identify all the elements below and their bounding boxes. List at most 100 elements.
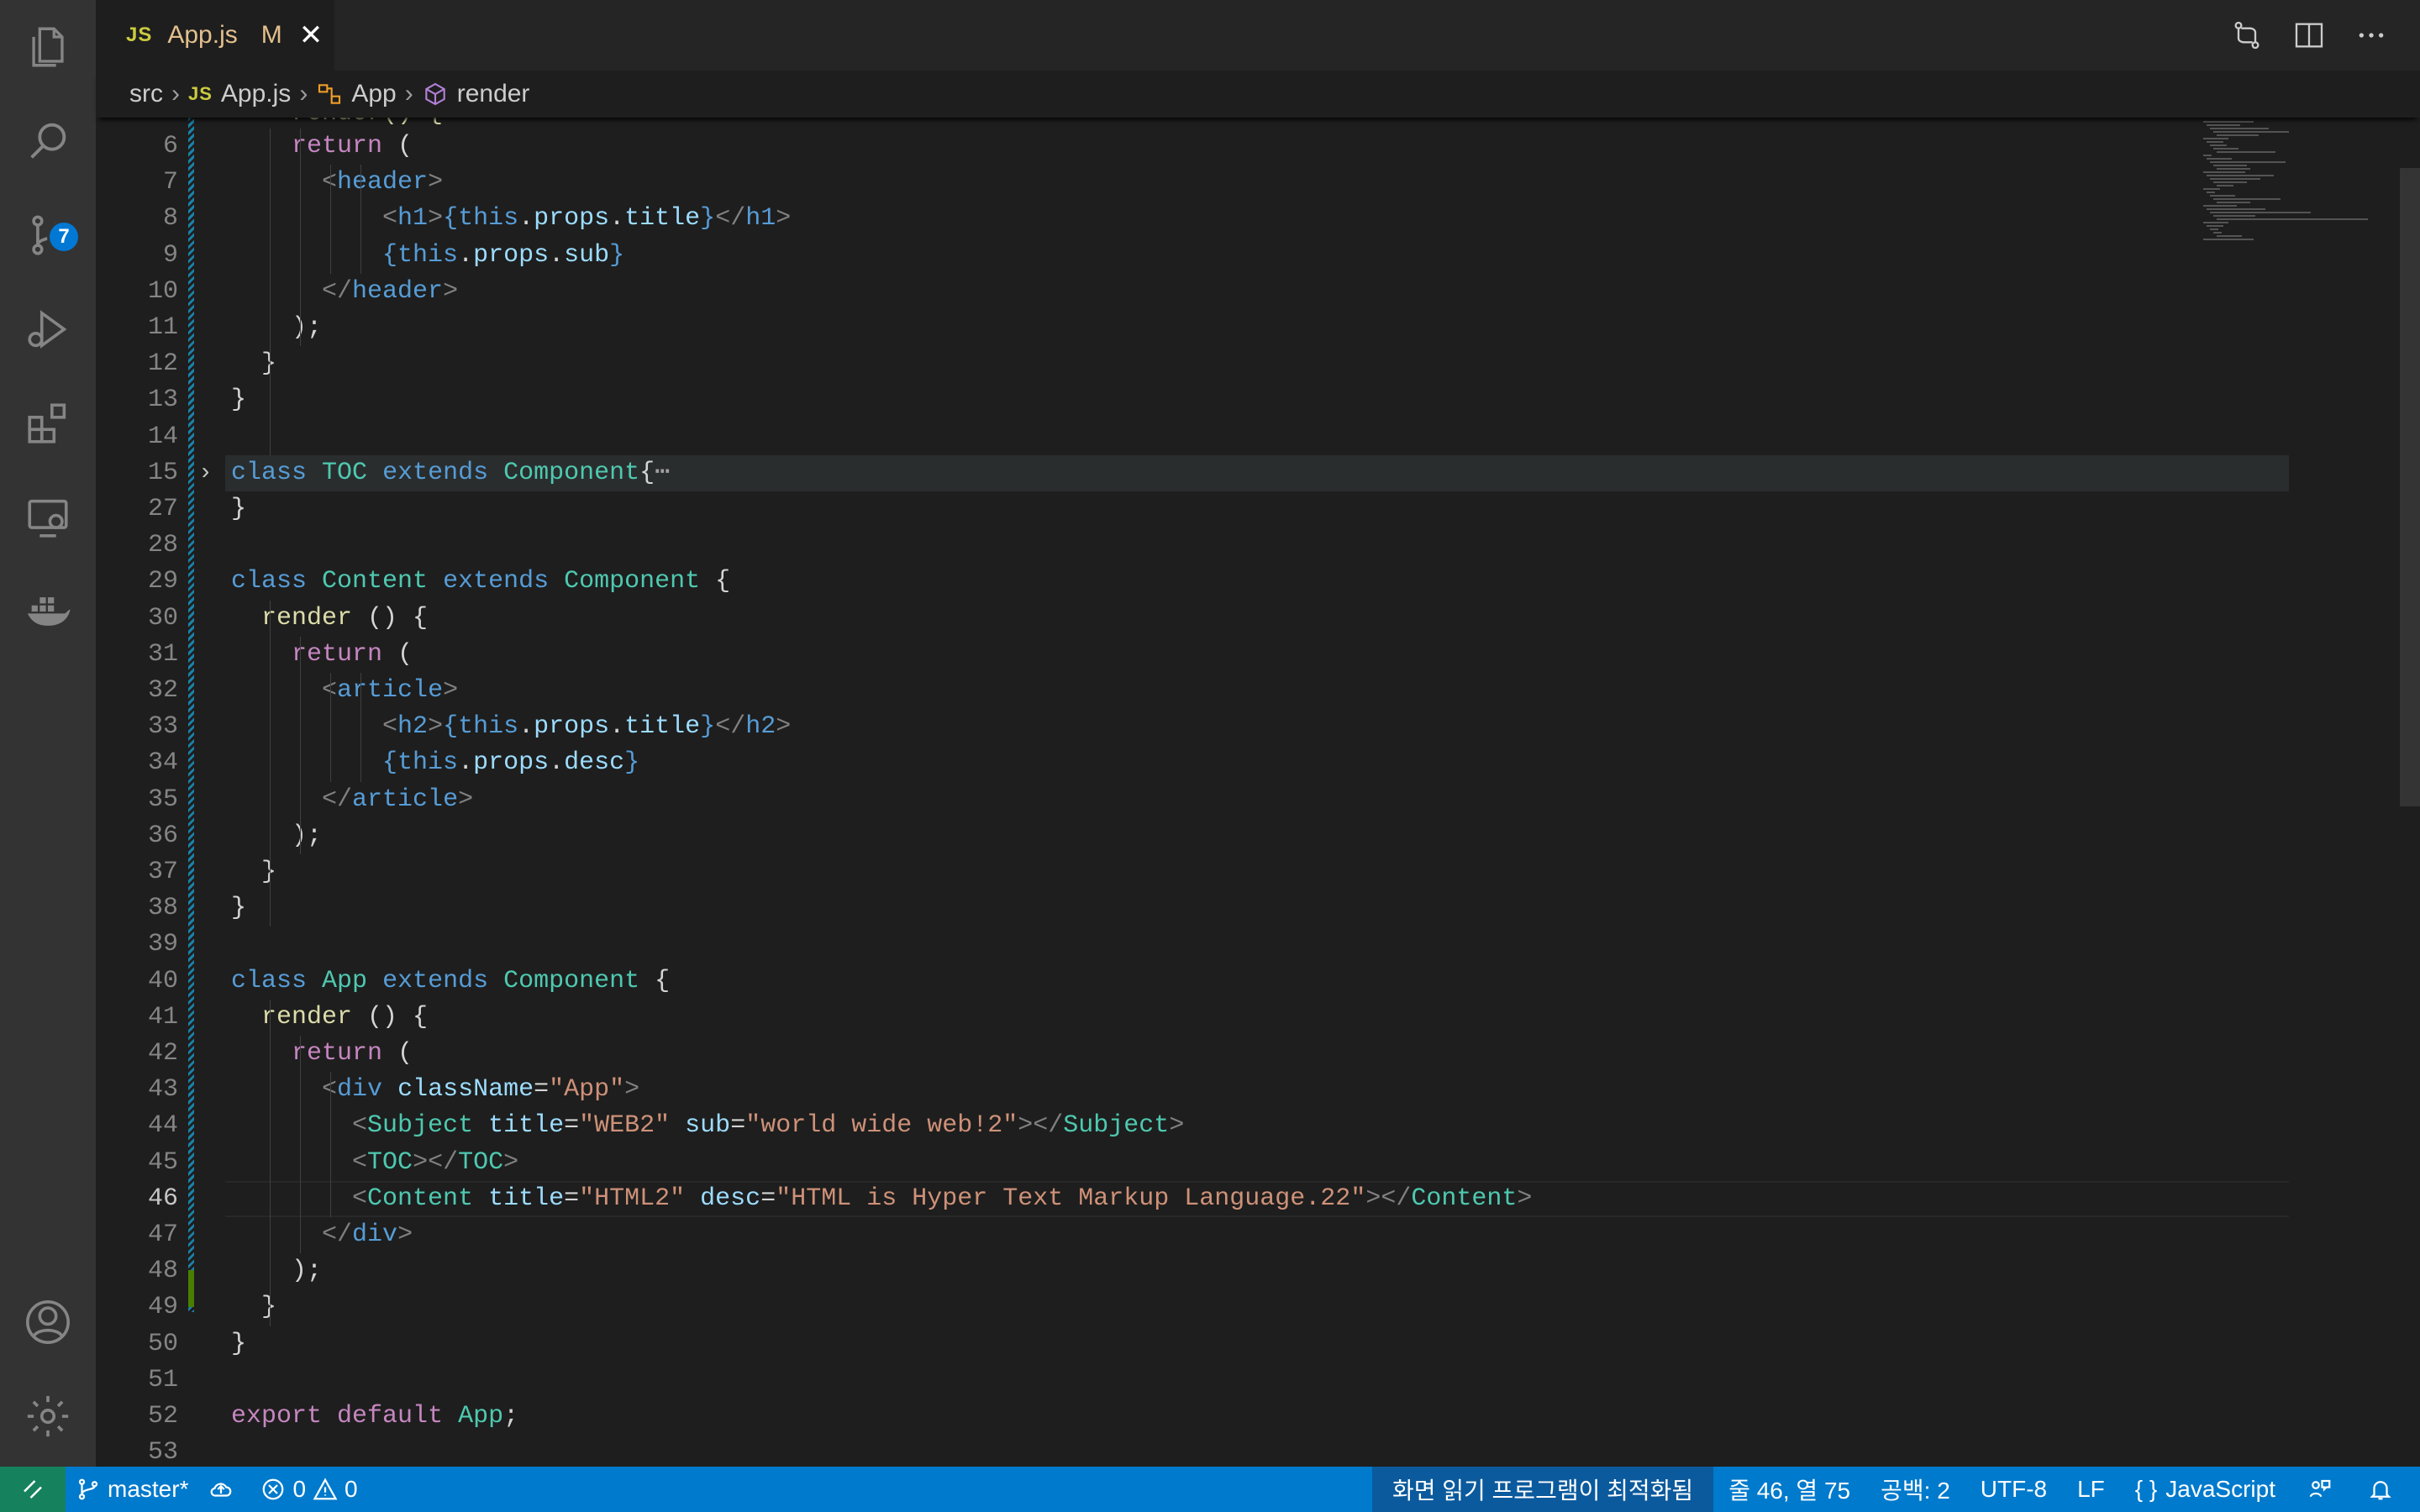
code-line[interactable]: 37 }	[96, 854, 2193, 890]
indentation-selector[interactable]: 공백: 2	[1865, 1467, 1965, 1512]
code-line[interactable]: 34 {this.props.desc}	[96, 745, 2193, 781]
code-line[interactable]: 11 );	[96, 310, 2193, 346]
code-line[interactable]: 44 <Subject title="WEB2" sub="world wide…	[96, 1108, 2193, 1144]
minimap-line	[2213, 131, 2289, 133]
branch-indicator[interactable]: master*	[66, 1467, 198, 1512]
screen-reader-status[interactable]: 화면 읽기 프로그램이 최적화됨	[1371, 1467, 1714, 1512]
minimap-line	[2210, 178, 2260, 180]
sync-button[interactable]	[198, 1467, 250, 1512]
vertical-scrollbar[interactable]	[2400, 118, 2420, 1467]
code-line[interactable]: 33 <h2>{this.props.title}</h2>	[96, 709, 2193, 745]
code-line[interactable]: 40 class App extends Component {	[96, 963, 2193, 1000]
code-line[interactable]: 48 );	[96, 1253, 2193, 1289]
line-number: 48	[147, 1257, 178, 1286]
minimap-line	[2217, 218, 2368, 220]
tab-app-js[interactable]: JS App.js M ✕	[96, 0, 334, 71]
minimap-line	[2210, 228, 2218, 230]
breadcrumb: src › JS App.js › App › render	[96, 71, 2420, 118]
run-debug-icon[interactable]	[0, 282, 96, 376]
notifications-button[interactable]	[2356, 1467, 2420, 1512]
extensions-icon[interactable]	[0, 376, 96, 470]
code-line[interactable]: 32 <article>	[96, 673, 2193, 709]
problems-indicator[interactable]: 0 0	[250, 1467, 367, 1512]
code-line[interactable]: 8 <h1>{this.props.title}</h1>	[96, 201, 2193, 237]
line-number: 27	[147, 495, 178, 523]
code-line[interactable]: 12 }	[96, 346, 2193, 382]
minimap-line	[2210, 195, 2235, 197]
minimap-line	[2213, 232, 2222, 234]
code-text: {this.props.sub}	[382, 240, 625, 270]
chevron-right-icon: ›	[404, 80, 413, 108]
source-control-icon[interactable]: 7	[0, 188, 96, 282]
remote-indicator-icon[interactable]	[0, 1467, 66, 1512]
code-line[interactable]: 46 <Content title="HTML2" desc="HTML is …	[96, 1180, 2289, 1217]
chevron-right-icon: ›	[299, 80, 308, 108]
code-text: {this.props.desc}	[382, 748, 640, 778]
warning-count: 0	[345, 1476, 358, 1502]
code-line[interactable]: 7 <header>	[96, 165, 2193, 201]
code-line[interactable]: 50}	[96, 1326, 2193, 1362]
fold-ellipsis[interactable]: ⋯	[655, 459, 670, 487]
code-line[interactable]: 52 export default App;	[96, 1399, 2193, 1435]
code-text: class Content extends Component {	[231, 567, 731, 596]
breadcrumb-item-file[interactable]: App.js	[221, 80, 291, 108]
settings-gear-icon[interactable]	[0, 1369, 96, 1463]
minimap-line	[2207, 175, 2274, 176]
encoding-selector[interactable]: UTF-8	[1965, 1467, 2062, 1512]
minimap-line	[2213, 198, 2281, 200]
code-line[interactable]: 14	[96, 419, 2193, 455]
code-line[interactable]: 38}	[96, 890, 2193, 927]
feedback-button[interactable]	[2291, 1467, 2356, 1512]
breadcrumb-item-src[interactable]: src	[129, 80, 163, 108]
code-line[interactable]: 10 </header>	[96, 274, 2193, 310]
code-editor[interactable]: render() {6 return (7 <header>8 <h1>{thi…	[96, 118, 2420, 1467]
split-editor-icon[interactable]	[2291, 17, 2328, 54]
account-icon[interactable]	[0, 1275, 96, 1369]
code-line[interactable]: 31 return (	[96, 637, 2193, 673]
code-line[interactable]: 36 );	[96, 818, 2193, 854]
explorer-icon[interactable]	[0, 0, 96, 94]
code-line[interactable]: 27}	[96, 491, 2193, 528]
code-text: <Subject title="WEB2" sub="world wide we…	[352, 1111, 1185, 1141]
braces-icon: { }	[2134, 1476, 2158, 1502]
eol-selector[interactable]: LF	[2062, 1467, 2120, 1512]
code-line[interactable]: 35 </article>	[96, 782, 2193, 818]
code-line[interactable]: 47 </div>	[96, 1217, 2193, 1253]
breadcrumb-item-class[interactable]: App	[351, 80, 396, 108]
code-line[interactable]: 39	[96, 927, 2193, 963]
indent-guide	[300, 636, 301, 854]
language-mode-selector[interactable]: { } JavaScript	[2120, 1467, 2291, 1512]
encoding-label: UTF-8	[1980, 1476, 2048, 1502]
code-line[interactable]: 51	[96, 1362, 2193, 1399]
code-line[interactable]: 9 {this.props.sub}	[96, 238, 2193, 274]
code-line[interactable]: 53	[96, 1435, 2193, 1467]
code-line[interactable]: 42 return (	[96, 1036, 2193, 1072]
fold-chevron-icon[interactable]: ›	[198, 455, 213, 491]
remote-explorer-icon[interactable]	[0, 470, 96, 564]
code-line[interactable]: 28	[96, 528, 2193, 564]
open-changes-icon[interactable]	[2228, 17, 2265, 54]
docker-icon[interactable]	[0, 564, 96, 659]
method-symbol-icon	[422, 81, 449, 108]
more-actions-icon[interactable]	[2353, 17, 2390, 54]
code-line[interactable]: › 15 class TOC extends Component{⋯	[96, 454, 2289, 491]
scrollbar-thumb[interactable]	[2400, 168, 2420, 806]
breadcrumb-item-method[interactable]: render	[457, 80, 530, 108]
indent-guide	[360, 165, 361, 274]
cursor-position[interactable]: 줄 46, 열 75	[1713, 1467, 1865, 1512]
minimap-line	[2213, 215, 2255, 217]
search-icon[interactable]	[0, 94, 96, 188]
minimap-line	[2203, 205, 2237, 207]
code-line[interactable]: 6 return (	[96, 129, 2193, 165]
code-line[interactable]: 49 }	[96, 1289, 2193, 1326]
code-line[interactable]: 13}	[96, 382, 2193, 418]
code-line[interactable]: 45 <TOC></TOC>	[96, 1145, 2193, 1181]
code-line[interactable]: 29 class Content extends Component {	[96, 564, 2193, 600]
code-line[interactable]: 41 render () {	[96, 1000, 2193, 1036]
minimap-line	[2203, 222, 2228, 223]
code-line[interactable]: 43 <div className="App">	[96, 1072, 2193, 1108]
minimap[interactable]	[2198, 118, 2400, 1467]
code-text: }	[231, 894, 247, 923]
code-line[interactable]: 30 render () {	[96, 601, 2193, 637]
close-icon[interactable]: ✕	[299, 21, 324, 50]
